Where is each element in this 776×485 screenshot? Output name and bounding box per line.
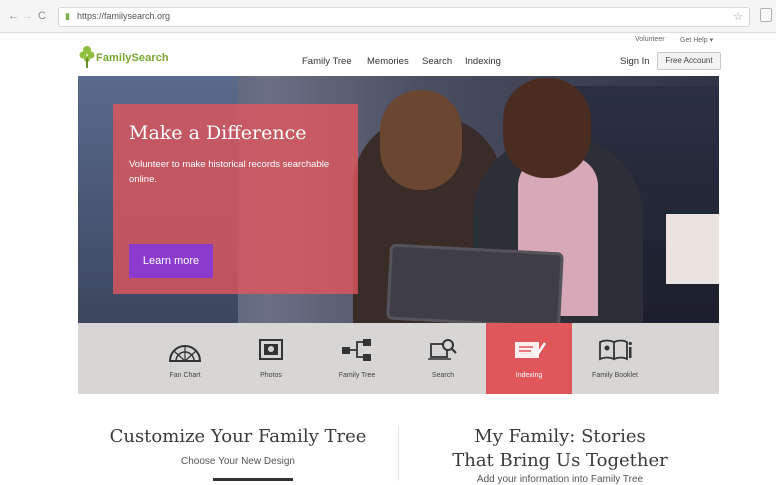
feature-label: Photos: [260, 372, 282, 379]
indexing-icon: [515, 342, 547, 358]
stories-subheading: Add your information into Family Tree: [476, 474, 644, 485]
fan-chart-icon: [168, 345, 202, 362]
learn-more-button[interactable]: Learn more: [129, 244, 213, 278]
hero-window-rail: [666, 214, 719, 284]
feature-photos[interactable]: Photos: [228, 323, 314, 394]
url-text: https://familysearch.org: [77, 11, 171, 21]
extension-icon[interactable]: [760, 8, 772, 22]
feature-search[interactable]: Search: [400, 323, 486, 394]
back-button[interactable]: ←: [8, 9, 19, 23]
nav-family-tree[interactable]: Family Tree: [302, 56, 352, 67]
feature-label: Search: [431, 372, 455, 379]
family-booklet-icon: [599, 339, 632, 361]
nav-search[interactable]: Search: [422, 56, 452, 67]
feature-label: Family Booklet: [592, 372, 638, 379]
sign-in-link[interactable]: Sign In: [620, 56, 650, 67]
nav-memories[interactable]: Memories: [367, 56, 409, 67]
volunteer-link[interactable]: Volunteer: [635, 36, 665, 43]
reload-button[interactable]: C: [38, 9, 46, 23]
feature-family-booklet[interactable]: Family Booklet: [572, 323, 658, 394]
customize-tree-subheading: Choose Your New Design: [181, 456, 295, 467]
stories-heading-line2: That Bring Us Together: [452, 450, 668, 471]
hero-body: Volunteer to make historical records sea…: [129, 159, 330, 185]
feature-label: Indexing: [515, 372, 543, 379]
photos-icon: [259, 339, 283, 360]
forward-button[interactable]: →: [22, 9, 33, 23]
customize-tree-heading: Customize Your Family Tree: [109, 426, 367, 447]
free-account-button[interactable]: Free Account: [657, 52, 721, 70]
address-bar[interactable]: ▮ https://familysearch.org ☆: [58, 7, 750, 27]
feature-indexing[interactable]: Indexing: [486, 323, 572, 394]
lock-icon: ▮: [65, 11, 70, 21]
family-tree-icon: [342, 339, 371, 361]
get-help-link[interactable]: Get Help ▾: [680, 36, 713, 44]
nav-indexing[interactable]: Indexing: [465, 56, 501, 67]
bookmark-star-icon[interactable]: ☆: [733, 10, 743, 23]
section-divider: [398, 426, 399, 481]
hero-title: Make a Difference: [129, 122, 307, 144]
feature-label: Family Tree: [338, 372, 376, 379]
stories-heading-line1: My Family: Stories: [474, 426, 646, 447]
hero-woman-face: [380, 90, 462, 190]
hero-promo-panel: Make a Difference Volunteer to make hist…: [113, 104, 358, 294]
hero-tablet: [386, 243, 564, 323]
feature-label: Fan Chart: [169, 372, 201, 379]
search-icon: [428, 339, 457, 360]
feature-strip: Fan Chart Photos Family Tree Search Inde…: [78, 323, 719, 394]
feature-family-tree[interactable]: Family Tree: [314, 323, 400, 394]
logo-text[interactable]: FamilySearch: [96, 52, 169, 64]
hero-man-face: [503, 78, 591, 178]
browser-toolbar: ← → C ▮ https://familysearch.org ☆: [0, 0, 776, 33]
feature-fan-chart[interactable]: Fan Chart: [142, 323, 228, 394]
